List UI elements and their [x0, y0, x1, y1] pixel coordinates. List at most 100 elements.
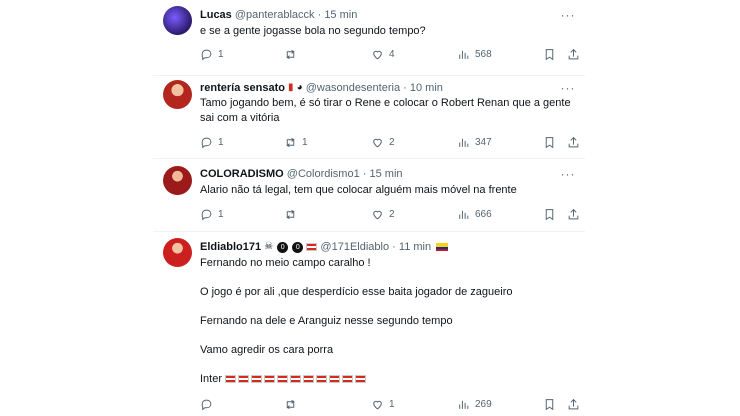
- bookmark-button[interactable]: [543, 396, 556, 412]
- repost-icon: [286, 209, 295, 219]
- like-count: 4: [389, 48, 395, 60]
- badge-zero-icon: 0: [277, 241, 289, 253]
- like-button[interactable]: 4: [371, 46, 395, 62]
- tweet-text-line: Tamo jogando bem, é só tirar o Rene e co…: [200, 97, 571, 109]
- tweet[interactable]: Eldiablo171 ☠ 0 0 @171Eldiablo · 11 min …: [153, 232, 585, 416]
- timestamp[interactable]: 15 min: [370, 168, 403, 180]
- display-name[interactable]: COLORADISMO: [200, 168, 284, 180]
- like-button[interactable]: 2: [371, 134, 395, 150]
- bookmark-icon: [545, 398, 554, 410]
- separator: ·: [392, 241, 396, 253]
- colombia-flag-icon: [436, 243, 449, 252]
- bookmark-icon: [545, 136, 554, 148]
- bookmark-button[interactable]: [543, 206, 556, 222]
- timestamp[interactable]: 10 min: [410, 82, 443, 94]
- share-button[interactable]: [567, 134, 580, 150]
- separator: ·: [403, 82, 407, 94]
- bookmark-button[interactable]: [543, 134, 556, 150]
- austria-flags-icon: [225, 375, 367, 384]
- tweet[interactable]: Lucas @panterablacck · 15 min ··· e se a…: [153, 0, 585, 75]
- repost-button[interactable]: [284, 396, 302, 412]
- like-button[interactable]: 2: [371, 206, 395, 222]
- share-icon: [568, 136, 579, 147]
- tweet-actions: 1 269: [200, 396, 580, 412]
- repost-count: 1: [302, 136, 308, 148]
- view-count: 666: [475, 208, 492, 220]
- tweet-header: Lucas @panterablacck · 15 min: [200, 8, 357, 22]
- user-handle[interactable]: @171Eldiablo: [320, 241, 389, 253]
- more-options-icon[interactable]: ···: [559, 82, 577, 95]
- user-handle[interactable]: @wasondesenteria: [306, 82, 400, 94]
- heart-icon: [373, 50, 382, 59]
- tweet-text-line: Alario não tá legal, tem que colocar alg…: [200, 184, 517, 196]
- tweet-text-line: [200, 329, 513, 344]
- views-button[interactable]: 269: [457, 396, 492, 412]
- repost-button[interactable]: [284, 206, 302, 222]
- more-options-icon[interactable]: ···: [559, 168, 577, 181]
- tweet-text-line: Vamo agredir os cara porra: [200, 344, 334, 356]
- display-name[interactable]: rentería sensato: [200, 82, 285, 94]
- tweet-text-line: Inter: [200, 373, 223, 385]
- reply-button[interactable]: [200, 396, 218, 412]
- reply-count: 1: [218, 48, 224, 60]
- repost-button[interactable]: 1: [284, 134, 308, 150]
- share-button[interactable]: [567, 46, 580, 62]
- repost-icon: [286, 137, 295, 147]
- like-button[interactable]: 1: [371, 396, 395, 412]
- tweet-header: Eldiablo171 ☠ 0 0 @171Eldiablo · 11 min: [200, 240, 449, 254]
- badge-zero-icon: 0: [292, 241, 304, 253]
- tweet[interactable]: rentería sensato ▮ ◕ @wasondesenteria · …: [153, 76, 585, 157]
- timeline: Lucas @panterablacck · 15 min ··· e se a…: [153, 0, 585, 416]
- avatar[interactable]: [163, 238, 192, 267]
- tweet-text-line: [200, 271, 513, 286]
- share-button[interactable]: [567, 206, 580, 222]
- user-handle[interactable]: @panterablacck: [235, 9, 315, 21]
- analytics-icon: [459, 138, 469, 147]
- like-count: 1: [389, 398, 395, 410]
- tweet-text-line-last: Inter: [200, 372, 513, 387]
- reply-button[interactable]: 1: [200, 134, 224, 150]
- reply-icon: [201, 399, 212, 410]
- heart-icon: [373, 400, 382, 409]
- repost-icon: [286, 49, 295, 59]
- reply-icon: [201, 137, 212, 148]
- share-icon: [568, 48, 579, 59]
- heart-icon: [373, 210, 382, 219]
- bookmark-icon: [545, 48, 554, 60]
- views-button[interactable]: 568: [457, 46, 492, 62]
- share-button[interactable]: [567, 396, 580, 412]
- display-name[interactable]: Lucas: [200, 9, 232, 21]
- separator: ·: [362, 168, 367, 180]
- avatar[interactable]: [163, 80, 192, 109]
- tweet-actions: 1 4 568: [200, 46, 580, 62]
- tweet-text-line: e se a gente jogasse bola no segundo tem…: [200, 25, 426, 37]
- view-count: 347: [475, 136, 492, 148]
- austria-flag-icon: [306, 243, 318, 252]
- heart-icon: [373, 138, 382, 147]
- bookmark-button[interactable]: [543, 46, 556, 62]
- views-button[interactable]: 666: [457, 206, 492, 222]
- tweet-text-line: Fernando no meio campo caralho !: [200, 257, 371, 269]
- views-button[interactable]: 347: [457, 134, 492, 150]
- repost-button[interactable]: [284, 46, 302, 62]
- tweet-header: rentería sensato ▮ ◕ @wasondesenteria · …: [200, 81, 443, 95]
- more-options-icon[interactable]: ···: [559, 9, 577, 22]
- tweet-actions: 1 2 666: [200, 206, 580, 222]
- tweet-text-line: sai com a vitória: [200, 112, 280, 124]
- tweet[interactable]: COLORADISMO @Colordismo1 · 15 min ··· Al…: [153, 159, 585, 231]
- display-name[interactable]: Eldiablo171: [200, 241, 261, 253]
- reply-button[interactable]: 1: [200, 46, 224, 62]
- timestamp[interactable]: 15 min: [324, 9, 357, 21]
- reply-count: 1: [218, 208, 224, 220]
- flag-emoji-icon: ▮: [288, 82, 294, 94]
- timestamp[interactable]: 11 min: [399, 241, 431, 253]
- tweet-text: Tamo jogando bem, é só tirar o Rene e co…: [200, 96, 571, 126]
- tweet-text-line: [200, 300, 513, 315]
- avatar[interactable]: [163, 166, 192, 195]
- share-icon: [568, 208, 579, 219]
- reply-button[interactable]: 1: [200, 206, 224, 222]
- like-count: 2: [389, 136, 395, 148]
- analytics-icon: [459, 210, 469, 219]
- avatar[interactable]: [163, 6, 192, 35]
- user-handle[interactable]: @Colordismo1: [287, 168, 360, 180]
